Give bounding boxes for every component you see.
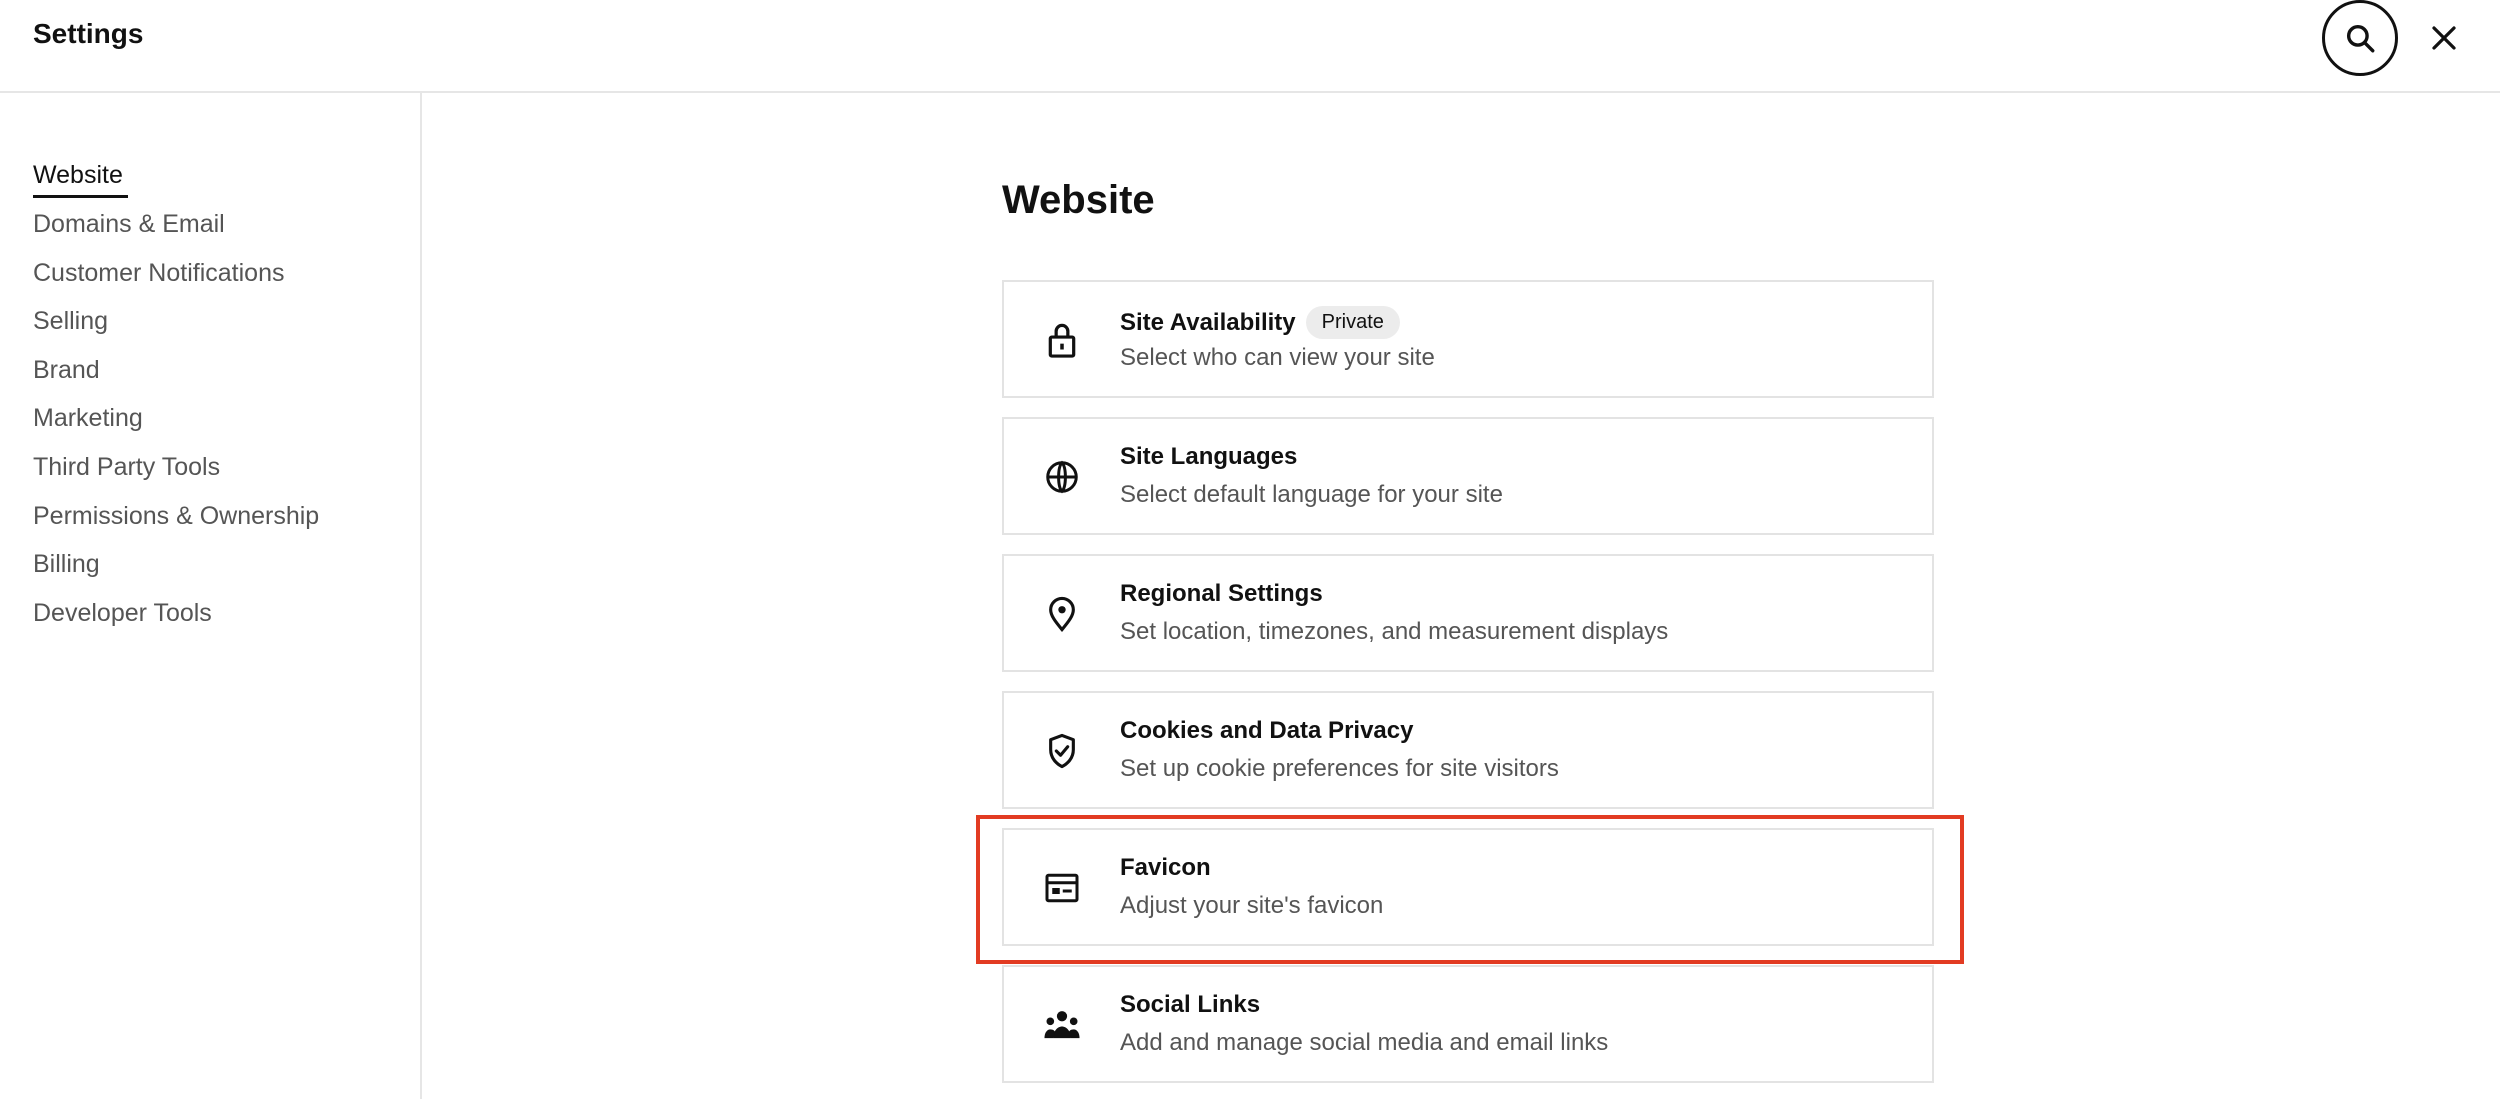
sidebar-item-selling[interactable]: Selling (33, 307, 108, 336)
card-description: Select default language for your site (1120, 481, 1503, 508)
active-nav-underline (33, 195, 128, 198)
people-icon (1042, 1005, 1082, 1045)
card-description: Select who can view your site (1120, 344, 1435, 371)
card-description: Add and manage social media and email li… (1120, 1029, 1609, 1056)
sidebar-item-website[interactable]: Website (33, 161, 123, 190)
card-title: Site Availability Private (1120, 306, 1400, 339)
top-bar: Settings (0, 0, 2500, 93)
site-availability-card[interactable]: Site Availability Private Select who can … (1002, 280, 1934, 398)
card-description: Set location, timezones, and measurement… (1120, 618, 1669, 645)
cookies-privacy-card[interactable]: Cookies and Data Privacy Set up cookie p… (1002, 691, 1934, 809)
sidebar-item-permissions-ownership[interactable]: Permissions & Ownership (33, 502, 319, 531)
close-icon (2432, 26, 2456, 50)
regional-settings-card[interactable]: Regional Settings Set location, timezone… (1002, 554, 1934, 672)
sidebar-item-third-party-tools[interactable]: Third Party Tools (33, 453, 220, 482)
card-description: Adjust your site's favicon (1120, 892, 1384, 919)
sidebar-item-domains-email[interactable]: Domains & Email (33, 210, 225, 239)
sidebar-item-marketing[interactable]: Marketing (33, 404, 143, 433)
page-title: Website (1002, 178, 1155, 222)
globe-icon (1042, 457, 1082, 497)
site-availability-title: Site Availability (1120, 309, 1296, 336)
card-title: Favicon (1120, 854, 1211, 881)
search-button[interactable] (2322, 0, 2398, 76)
sidebar-item-customer-notifications[interactable]: Customer Notifications (33, 259, 284, 288)
card-title: Cookies and Data Privacy (1120, 717, 1414, 744)
site-languages-card[interactable]: Site Languages Select default language f… (1002, 417, 1934, 535)
sidebar-item-brand[interactable]: Brand (33, 356, 100, 385)
card-title: Site Languages (1120, 443, 1298, 470)
close-button[interactable] (2416, 10, 2472, 66)
sidebar-item-billing[interactable]: Billing (33, 550, 100, 579)
shield-check-icon (1042, 731, 1082, 771)
social-links-card[interactable]: Social Links Add and manage social media… (1002, 965, 1934, 1083)
search-icon (2346, 24, 2375, 53)
location-pin-icon (1042, 594, 1082, 634)
status-badge: Private (1305, 306, 1400, 339)
sidebar-item-developer-tools[interactable]: Developer Tools (33, 599, 212, 628)
app-title: Settings (33, 18, 144, 49)
card-title: Regional Settings (1120, 580, 1323, 607)
browser-window-icon (1042, 868, 1082, 908)
lock-icon (1042, 320, 1082, 360)
card-title: Social Links (1120, 991, 1261, 1018)
favicon-card[interactable]: Favicon Adjust your site's favicon (1002, 828, 1934, 946)
card-description: Set up cookie preferences for site visit… (1120, 755, 1559, 782)
settings-sidebar: Website Domains & Email Customer Notific… (0, 93, 422, 1099)
